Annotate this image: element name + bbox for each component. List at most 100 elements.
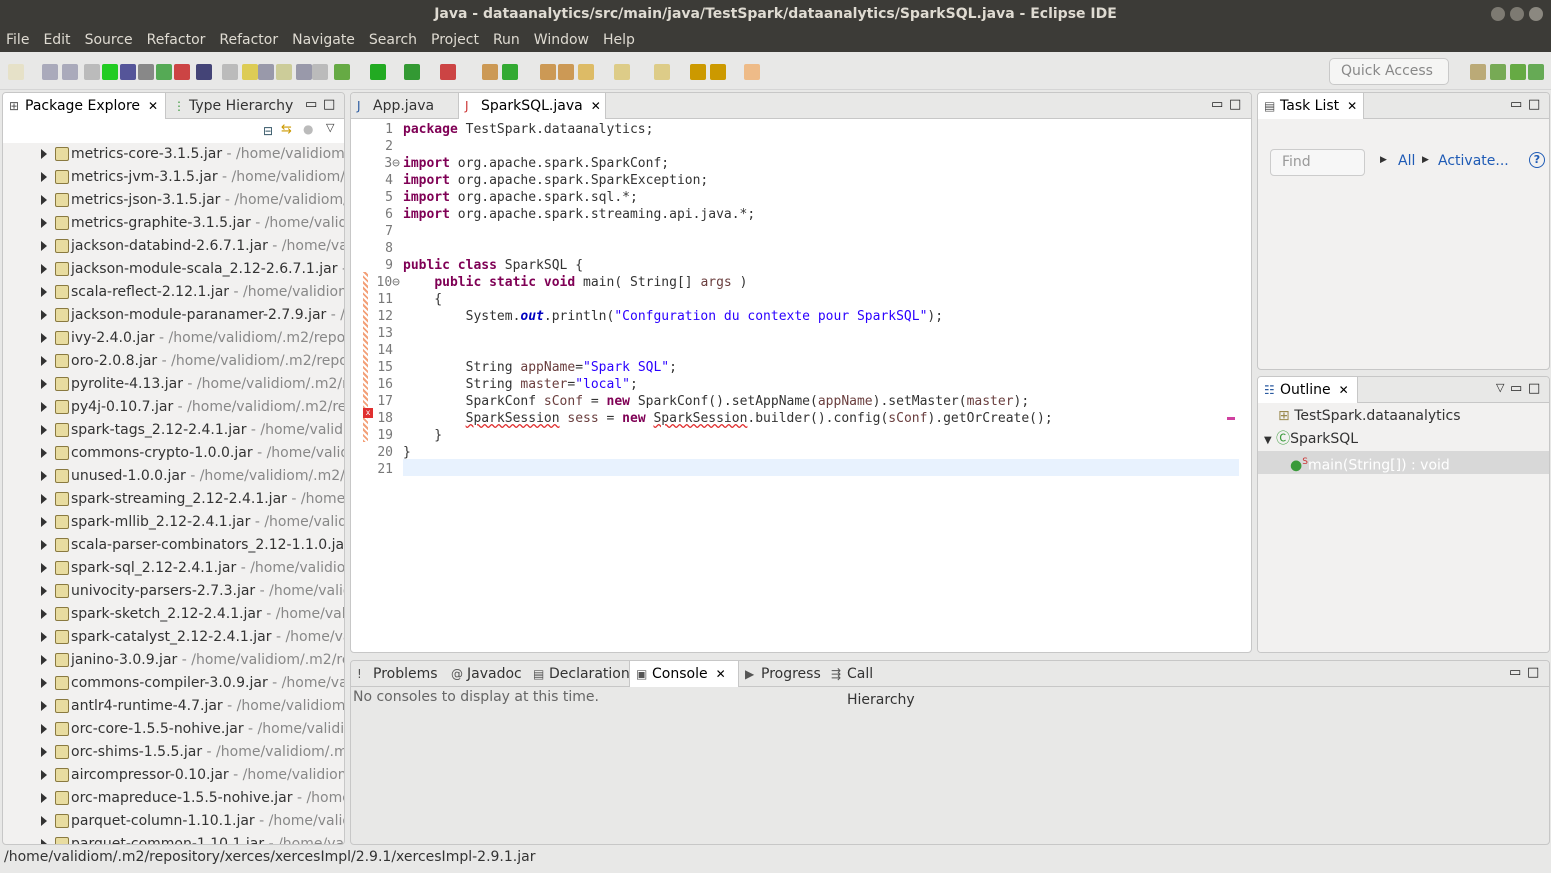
code-line[interactable]: {: [403, 291, 442, 308]
activate-link[interactable]: Activate...: [1438, 153, 1509, 169]
maximize-icon[interactable]: □: [1229, 97, 1241, 112]
collapsed-triangle-icon[interactable]: [41, 494, 47, 504]
collapsed-triangle-icon[interactable]: [41, 310, 47, 320]
maximize-icon[interactable]: □: [1528, 97, 1540, 112]
tree-item[interactable]: spark-mllib_2.12-2.4.1.jar - /home/valid…: [41, 511, 344, 534]
tab-task-list[interactable]: ▤ Task List ✕: [1258, 93, 1364, 119]
toolbar-button-icon[interactable]: [196, 64, 212, 80]
find-input[interactable]: Find: [1270, 149, 1365, 176]
code-line[interactable]: import org.apache.spark.sql.*;: [403, 189, 638, 206]
toolbar-button-icon[interactable]: [578, 64, 594, 80]
menu-source[interactable]: Source: [85, 28, 133, 52]
collapsed-triangle-icon[interactable]: [41, 195, 47, 205]
toolbar-button-icon[interactable]: [1528, 64, 1544, 80]
menu-file[interactable]: File: [6, 28, 29, 52]
tree-item[interactable]: orc-core-1.5.5-nohive.jar - /home/validi…: [41, 718, 344, 741]
tree-item[interactable]: janino-3.0.9.jar - /home/validiom/.m2/re…: [41, 649, 344, 672]
code-line[interactable]: String appName="Spark SQL";: [403, 359, 677, 376]
collapsed-triangle-icon[interactable]: [41, 402, 47, 412]
toolbar-button-icon[interactable]: [1510, 64, 1526, 80]
tree-item[interactable]: oro-2.0.8.jar - /home/validiom/.m2/repos: [41, 350, 344, 373]
tree-item[interactable]: unused-1.0.0.jar - /home/validiom/.m2/re: [41, 465, 344, 488]
tree-item[interactable]: spark-catalyst_2.12-2.4.1.jar - /home/va…: [41, 626, 344, 649]
tree-item[interactable]: antlr4-runtime-4.7.jar - /home/validiom/…: [41, 695, 344, 718]
collapsed-triangle-icon[interactable]: [41, 816, 47, 826]
tab-outline[interactable]: ☷ Outline ✕: [1258, 377, 1358, 403]
collapsed-triangle-icon[interactable]: [41, 287, 47, 297]
toolbar-button-icon[interactable]: [258, 64, 274, 80]
toolbar-button-icon[interactable]: [222, 64, 238, 80]
tree-item[interactable]: parquet-column-1.10.1.jar - /home/validi…: [41, 810, 344, 833]
toolbar-button-icon[interactable]: [482, 64, 498, 80]
collapsed-triangle-icon[interactable]: [41, 218, 47, 228]
collapsed-triangle-icon[interactable]: [41, 264, 47, 274]
toolbar-button-icon[interactable]: [8, 64, 24, 80]
toolbar-button-icon[interactable]: [710, 64, 726, 80]
tab-progress[interactable]: ▶ Progress: [739, 661, 825, 687]
collapsed-triangle-icon[interactable]: [41, 172, 47, 182]
tree-item[interactable]: jackson-module-scala_2.12-2.6.7.1.jar - …: [41, 258, 344, 281]
code-line[interactable]: String master="local";: [403, 376, 638, 393]
tab-problems[interactable]: ! Problems: [351, 661, 445, 687]
code-line[interactable]: import org.apache.spark.SparkException;: [403, 172, 708, 189]
collapsed-triangle-icon[interactable]: [41, 747, 47, 757]
toolbar-button-icon[interactable]: [102, 64, 118, 80]
toolbar-button-icon[interactable]: [614, 64, 630, 80]
collapsed-triangle-icon[interactable]: [41, 425, 47, 435]
collapsed-triangle-icon[interactable]: [41, 724, 47, 734]
code-line[interactable]: import org.apache.spark.SparkConf;: [403, 155, 669, 172]
code-line[interactable]: }: [403, 427, 442, 444]
tree-item[interactable]: commons-compiler-3.0.9.jar - /home/valic: [41, 672, 344, 695]
collapsed-triangle-icon[interactable]: [41, 517, 47, 527]
tree-item[interactable]: metrics-json-3.1.5.jar - /home/validiom/…: [41, 189, 344, 212]
menu-window[interactable]: Window: [534, 28, 589, 52]
code-line[interactable]: SparkSession sess = new SparkSession.bui…: [403, 410, 1053, 427]
tab-javadoc[interactable]: @ Javadoc: [445, 661, 527, 687]
code-editor[interactable]: x 1 package TestSpark.dataanalytics; 2 3⊖ im…: [363, 119, 1239, 652]
minimize-icon[interactable]: ▭: [1510, 97, 1522, 112]
menu-edit[interactable]: Edit: [43, 28, 70, 52]
menu-navigate[interactable]: Navigate: [292, 28, 355, 52]
menu-help[interactable]: Help: [603, 28, 635, 52]
tree-item[interactable]: jackson-databind-2.6.7.1.jar - /home/val…: [41, 235, 344, 258]
view-menu-icon[interactable]: ▽: [326, 121, 334, 134]
collapsed-triangle-icon[interactable]: [41, 586, 47, 596]
focus-icon[interactable]: ●: [303, 122, 313, 136]
collapsed-triangle-icon[interactable]: [41, 793, 47, 803]
close-icon[interactable]: ✕: [591, 99, 601, 113]
collapsed-triangle-icon[interactable]: [41, 540, 47, 550]
minimize-icon[interactable]: ▭: [1510, 381, 1522, 396]
maximize-icon[interactable]: □: [1527, 665, 1539, 680]
outline-item-method[interactable]: ●Smain(String[]) : void: [1258, 451, 1549, 474]
tree-item[interactable]: spark-sketch_2.12-2.4.1.jar - /home/vali…: [41, 603, 344, 626]
maximize-icon[interactable]: □: [1528, 381, 1540, 396]
toolbar-button-icon[interactable]: [1470, 64, 1486, 80]
menu-search[interactable]: Search: [369, 28, 417, 52]
overview-error-marker[interactable]: [1227, 417, 1235, 420]
tree-item[interactable]: parquet-common-1.10.1.jar - /home/valid: [41, 833, 344, 844]
toolbar-button-icon[interactable]: [42, 64, 58, 80]
tab-app-java[interactable]: J App.java: [351, 93, 457, 119]
collapsed-triangle-icon[interactable]: [41, 241, 47, 251]
menu-project[interactable]: Project: [431, 28, 479, 52]
collapse-all-icon[interactable]: ⊟: [263, 124, 273, 138]
view-menu-icon[interactable]: ▽: [1496, 381, 1504, 394]
code-line[interactable]: public class SparkSQL {: [403, 257, 583, 274]
tree-item[interactable]: spark-sql_2.12-2.4.1.jar - /home/validio…: [41, 557, 344, 580]
toolbar-button-icon[interactable]: [62, 64, 78, 80]
toolbar-button-icon[interactable]: [276, 64, 292, 80]
close-icon[interactable]: ✕: [1347, 99, 1357, 113]
collapsed-triangle-icon[interactable]: [41, 563, 47, 573]
tree-item[interactable]: py4j-0.10.7.jar - /home/validiom/.m2/rep: [41, 396, 344, 419]
toolbar-button-icon[interactable]: [120, 64, 136, 80]
tab-call-hierarchy[interactable]: ⇶ Call Hierarchy: [825, 661, 945, 708]
collapsed-triangle-icon[interactable]: [41, 678, 47, 688]
tree-item[interactable]: metrics-graphite-3.1.5.jar - /home/valid…: [41, 212, 344, 235]
close-window-button[interactable]: [1529, 7, 1543, 21]
toolbar-button-icon[interactable]: [558, 64, 574, 80]
menu-refactor[interactable]: Refactor: [147, 28, 206, 52]
collapsed-triangle-icon[interactable]: [41, 632, 47, 642]
tab-type-hierarchy[interactable]: ⋮ Type Hierarchy: [167, 93, 293, 119]
toolbar-button-icon[interactable]: [502, 64, 518, 80]
minimize-window-button[interactable]: [1491, 7, 1505, 21]
